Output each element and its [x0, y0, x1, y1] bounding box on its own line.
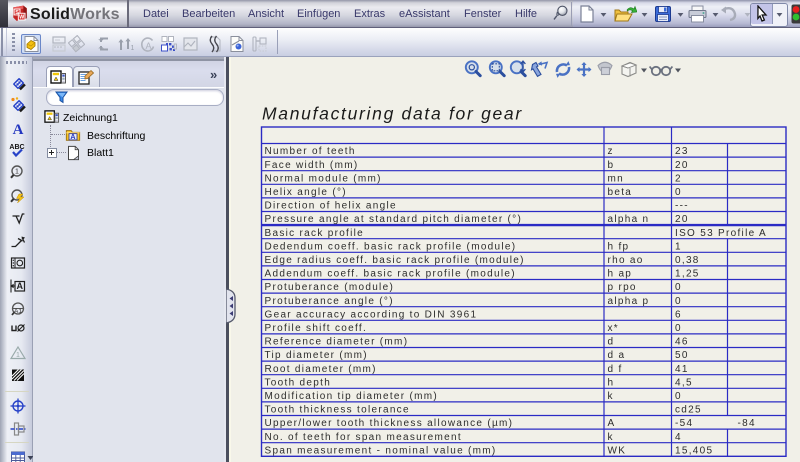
svg-text:20: 20	[675, 214, 689, 225]
svg-text:1: 1	[16, 352, 20, 359]
svg-text:4: 4	[675, 432, 682, 443]
svg-text:beta: beta	[608, 187, 633, 198]
svg-text:1: 1	[131, 45, 135, 52]
svg-text:Manufacturing data for gear: Manufacturing data for gear	[262, 104, 523, 124]
svg-text:Face width (mm): Face width (mm)	[265, 160, 359, 171]
svg-text:---: ---	[675, 201, 689, 212]
svg-text:Span measurement - nominal val: Span measurement - nominal value (mm)	[265, 445, 497, 456]
svg-text:41: 41	[675, 364, 689, 375]
svg-text:Root diameter (mm): Root diameter (mm)	[265, 364, 377, 375]
svg-text:A1: A1	[14, 308, 22, 315]
svg-text:Normal module (mm): Normal module (mm)	[265, 173, 382, 184]
svg-text:Modification tip diameter (mm): Modification tip diameter (mm)	[265, 391, 438, 402]
svg-text:Basic rack profile: Basic rack profile	[265, 228, 365, 239]
svg-text:Number of teeth: Number of teeth	[265, 146, 356, 157]
svg-text:Tip diameter (mm): Tip diameter (mm)	[265, 350, 368, 361]
svg-text:alpha n: alpha n	[608, 214, 650, 225]
svg-text:Profile shift coeff.: Profile shift coeff.	[265, 323, 368, 334]
svg-text:Dedendum coeff. basic rack pro: Dedendum coeff. basic rack profile (modu…	[265, 241, 517, 252]
svg-text:50: 50	[675, 350, 689, 361]
svg-text:alpha p: alpha p	[608, 296, 650, 307]
svg-text:1: 1	[675, 241, 682, 252]
svg-text:-54: -54	[675, 418, 693, 429]
svg-text:Upper/lower tooth thickness al: Upper/lower tooth thickness allowance (µ…	[265, 418, 514, 429]
svg-text:b: b	[608, 160, 615, 171]
svg-text:46: 46	[675, 337, 689, 348]
svg-text:0: 0	[675, 323, 682, 334]
svg-text:0: 0	[675, 391, 682, 402]
svg-text:Gear accuracy according to DIN: Gear accuracy according to DIN 3961	[265, 309, 478, 320]
svg-text:mn: mn	[608, 173, 625, 184]
svg-text:0,38: 0,38	[675, 255, 700, 266]
svg-text:No. of teeth for span measurem: No. of teeth for span measurement	[265, 432, 462, 443]
svg-text:Tooth depth: Tooth depth	[265, 377, 332, 388]
svg-text:Direction of helix angle: Direction of helix angle	[265, 201, 397, 212]
svg-text:Tooth thickness tolerance: Tooth thickness tolerance	[265, 405, 410, 416]
svg-text:6: 6	[675, 309, 682, 320]
svg-text:d f: d f	[608, 364, 623, 375]
svg-text:23: 23	[675, 146, 689, 157]
svg-text:20: 20	[675, 160, 689, 171]
svg-text:A: A	[17, 281, 24, 291]
svg-text:0: 0	[675, 187, 682, 198]
svg-text:Helix angle (°): Helix angle (°)	[265, 187, 347, 198]
svg-text:cd25: cd25	[675, 405, 702, 416]
svg-text:W: W	[19, 15, 25, 21]
svg-text:-84: -84	[738, 418, 756, 429]
svg-text:Protuberance angle (°): Protuberance angle (°)	[265, 296, 394, 307]
svg-text:2: 2	[675, 173, 682, 184]
svg-text:A: A	[145, 41, 151, 51]
svg-text:x*: x*	[608, 323, 620, 334]
svg-text:h ap: h ap	[608, 269, 633, 280]
svg-text:h: h	[608, 377, 615, 388]
svg-text:WK: WK	[608, 445, 627, 456]
svg-text:1: 1	[15, 169, 19, 176]
svg-text:k: k	[608, 391, 614, 402]
svg-text:A: A	[608, 418, 616, 429]
svg-text:A: A	[70, 133, 75, 141]
svg-text:Reference diameter (mm): Reference diameter (mm)	[265, 337, 409, 348]
svg-text:Protuberance (module): Protuberance (module)	[265, 282, 395, 293]
svg-text:4,5: 4,5	[675, 377, 693, 388]
svg-text:rho ao: rho ao	[608, 255, 644, 266]
svg-text:15,405: 15,405	[675, 445, 713, 456]
svg-text:h fp: h fp	[608, 241, 630, 252]
svg-text:Edge radius coeff. basic rack: Edge radius coeff. basic rack profile (m…	[265, 255, 525, 266]
svg-text:A: A	[13, 122, 24, 138]
svg-text:Pressure angle at standard pit: Pressure angle at standard pitch diamete…	[265, 214, 523, 225]
svg-text:ISO 53 Profile A: ISO 53 Profile A	[675, 228, 767, 239]
svg-text:d: d	[608, 337, 615, 348]
svg-text:p rpo: p rpo	[608, 282, 637, 293]
svg-text:1,25: 1,25	[675, 269, 700, 280]
svg-text:0: 0	[675, 296, 682, 307]
svg-text:0: 0	[675, 282, 682, 293]
svg-text:z: z	[608, 146, 614, 157]
svg-text:d a: d a	[608, 350, 626, 361]
svg-text:Addendum coeff. basic rack pro: Addendum coeff. basic rack profile (modu…	[265, 269, 516, 280]
svg-text:k: k	[608, 432, 614, 443]
